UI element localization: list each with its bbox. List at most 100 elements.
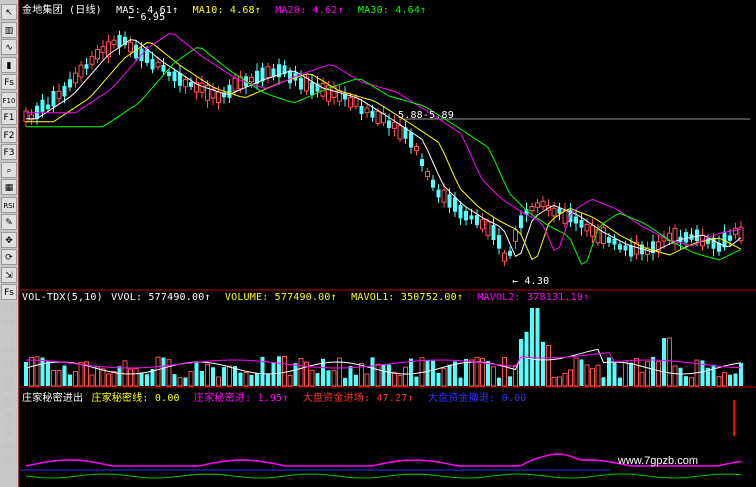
volume-bar bbox=[205, 363, 210, 387]
volume-bar bbox=[447, 364, 452, 386]
candle-down bbox=[161, 64, 166, 72]
volume-bar bbox=[739, 363, 743, 386]
volume-bar bbox=[546, 345, 551, 387]
candle-up bbox=[733, 227, 738, 235]
volume-bar bbox=[584, 364, 590, 387]
candle-down bbox=[62, 85, 67, 97]
candle-down bbox=[447, 194, 452, 208]
candle-down bbox=[728, 235, 732, 241]
candle-up bbox=[232, 77, 238, 92]
low-value: 4.30 bbox=[524, 276, 550, 287]
volume-bar bbox=[519, 339, 523, 386]
candle-down bbox=[299, 77, 303, 90]
candle-up bbox=[535, 202, 540, 208]
volume-bar bbox=[392, 371, 397, 387]
volume-bar bbox=[68, 374, 72, 386]
volume-bar bbox=[387, 364, 391, 386]
volume-bar bbox=[441, 368, 447, 387]
volume-bar bbox=[62, 365, 67, 386]
watermark: www.7gpzb.com bbox=[617, 455, 698, 467]
volume-bar bbox=[287, 374, 293, 387]
candle-down bbox=[695, 229, 699, 242]
volume-bar bbox=[601, 377, 606, 386]
candle-up bbox=[56, 90, 62, 100]
volume-bar bbox=[524, 331, 529, 386]
volume-bar bbox=[716, 376, 722, 387]
candle-down bbox=[508, 250, 512, 256]
volume-bar bbox=[436, 372, 441, 386]
volume-bar bbox=[95, 366, 100, 387]
volume-bar bbox=[645, 361, 650, 387]
volume-bar bbox=[354, 374, 358, 386]
candle-up bbox=[441, 189, 447, 203]
volume-bar bbox=[222, 367, 226, 386]
volume-bar bbox=[425, 359, 430, 386]
candle-down bbox=[227, 84, 232, 98]
volume-bar bbox=[89, 374, 95, 387]
candle-up bbox=[364, 107, 370, 114]
candle-down bbox=[618, 244, 622, 250]
candle-down bbox=[40, 99, 45, 112]
volume-bar bbox=[56, 370, 62, 387]
candle-up bbox=[348, 97, 353, 108]
volume-bar bbox=[277, 356, 281, 386]
volume-bar bbox=[629, 362, 633, 386]
candle-up bbox=[111, 39, 117, 46]
candle-down bbox=[579, 219, 584, 228]
volume-bar bbox=[183, 377, 188, 386]
volume-bar bbox=[667, 337, 672, 387]
low-annotation: ← 4.30 bbox=[512, 276, 550, 287]
volume-bar bbox=[403, 366, 408, 387]
candle-down bbox=[612, 238, 617, 245]
candle-down bbox=[167, 71, 171, 76]
volume-bar bbox=[309, 369, 315, 387]
candle-up bbox=[199, 82, 205, 93]
volume-bar bbox=[238, 372, 243, 386]
candle-down bbox=[370, 110, 375, 118]
volume-bar bbox=[166, 359, 172, 387]
candle-down bbox=[453, 197, 457, 212]
kline-chart[interactable] bbox=[0, 0, 756, 487]
volume-bar bbox=[29, 357, 34, 387]
candle-down bbox=[178, 72, 182, 86]
indicator-green-line bbox=[25, 473, 742, 479]
ma10-line bbox=[26, 42, 742, 261]
volume-bar bbox=[662, 338, 666, 386]
volume-bar bbox=[211, 367, 215, 386]
volume-bar bbox=[508, 376, 512, 386]
candle-down bbox=[172, 71, 177, 82]
volume-bar bbox=[315, 373, 320, 386]
volume-bar bbox=[639, 371, 645, 387]
volume-bar bbox=[298, 358, 304, 387]
volume-bar bbox=[497, 377, 501, 386]
level-value: 5.88-5.89 bbox=[398, 110, 454, 121]
volume-bar bbox=[375, 363, 381, 387]
candle-up bbox=[89, 55, 95, 65]
volume-bar bbox=[672, 365, 678, 387]
volume-bar bbox=[595, 364, 601, 387]
volume-bar bbox=[304, 361, 309, 387]
volume-bar bbox=[139, 372, 144, 386]
candle-down bbox=[117, 35, 122, 48]
volume-bar bbox=[117, 366, 122, 386]
candle-up bbox=[551, 207, 557, 217]
indicator-signal-bar bbox=[733, 400, 735, 436]
volume-bar bbox=[161, 357, 166, 386]
candle-up bbox=[95, 49, 100, 60]
volume-bar bbox=[194, 361, 199, 386]
volume-bar bbox=[579, 359, 584, 386]
volume-bar bbox=[634, 358, 639, 387]
volume-bar bbox=[343, 377, 347, 386]
volume-bar bbox=[502, 357, 507, 387]
volume-bar bbox=[711, 364, 716, 386]
candle-down bbox=[607, 237, 611, 243]
volume-bar bbox=[348, 366, 353, 386]
volume-bar bbox=[243, 371, 249, 387]
candle-up bbox=[540, 200, 546, 208]
volume-bar bbox=[227, 365, 232, 387]
volume-bar bbox=[145, 374, 149, 386]
candle-up bbox=[216, 91, 221, 104]
volume-bar bbox=[530, 308, 534, 386]
volume-bar bbox=[689, 377, 694, 387]
volume-bar bbox=[326, 370, 331, 386]
